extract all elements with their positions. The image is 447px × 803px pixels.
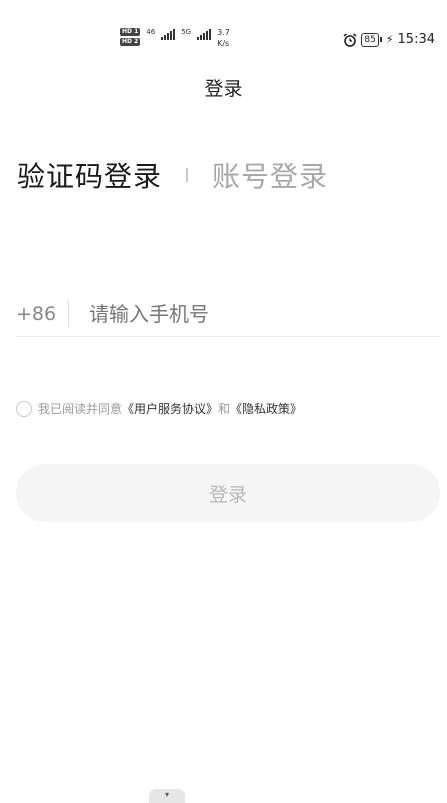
chevron-down-icon: ▾ [164, 790, 169, 799]
status-bar: HD 1 HD 2 46 5G 3.7 K/s 85 ⚡ 15:34 [0, 0, 447, 50]
alarm-icon [343, 32, 357, 47]
tab-divider [186, 168, 189, 182]
tab-sms-code-login[interactable]: 验证码登录 [17, 155, 162, 195]
agreement-prefix: 我已阅读并同意 [38, 402, 123, 416]
agreement-checkbox[interactable] [16, 400, 32, 417]
status-bar-right: 85 ⚡ 15:34 [343, 32, 435, 47]
network-speed: 3.7 K/s [217, 28, 230, 48]
signal-icon [197, 28, 212, 40]
country-code-selector[interactable]: +86 [16, 303, 68, 325]
phone-input-row: +86 [16, 292, 440, 337]
signal-icon [161, 28, 176, 40]
battery-icon: 85 [361, 32, 379, 47]
phone-divider [68, 301, 69, 327]
agreement-row: 我已阅读并同意 《用户服务协议》 和 《隐私政策》 [16, 400, 302, 417]
tab-account-login[interactable]: 账号登录 [212, 155, 328, 195]
hd2-badge: HD 2 [120, 38, 141, 46]
hd-indicators: HD 1 HD 2 [120, 28, 141, 46]
network-speed-value: 3.7 [217, 28, 230, 37]
bottom-drawer-handle[interactable]: ▾ [149, 789, 185, 803]
status-bar-left: HD 1 HD 2 46 5G 3.7 K/s [120, 28, 230, 48]
privacy-policy-link[interactable]: 《隐私政策》 [230, 400, 302, 417]
login-button[interactable]: 登录 [16, 464, 440, 522]
network-type-2: 5G [181, 28, 192, 36]
login-tabs: 验证码登录 账号登录 [17, 155, 328, 195]
phone-number-input[interactable] [89, 302, 409, 326]
network-type-1: 46 [146, 28, 156, 36]
clock: 15:34 [397, 32, 435, 47]
terms-of-service-link[interactable]: 《用户服务协议》 [122, 400, 218, 417]
battery-tip [379, 37, 382, 42]
agreement-conjunction: 和 [218, 402, 231, 416]
page-title: 登录 [204, 78, 243, 100]
hd1-badge: HD 1 [120, 28, 141, 36]
charging-bolt-icon: ⚡ [385, 33, 394, 46]
network-speed-unit: K/s [217, 39, 230, 48]
